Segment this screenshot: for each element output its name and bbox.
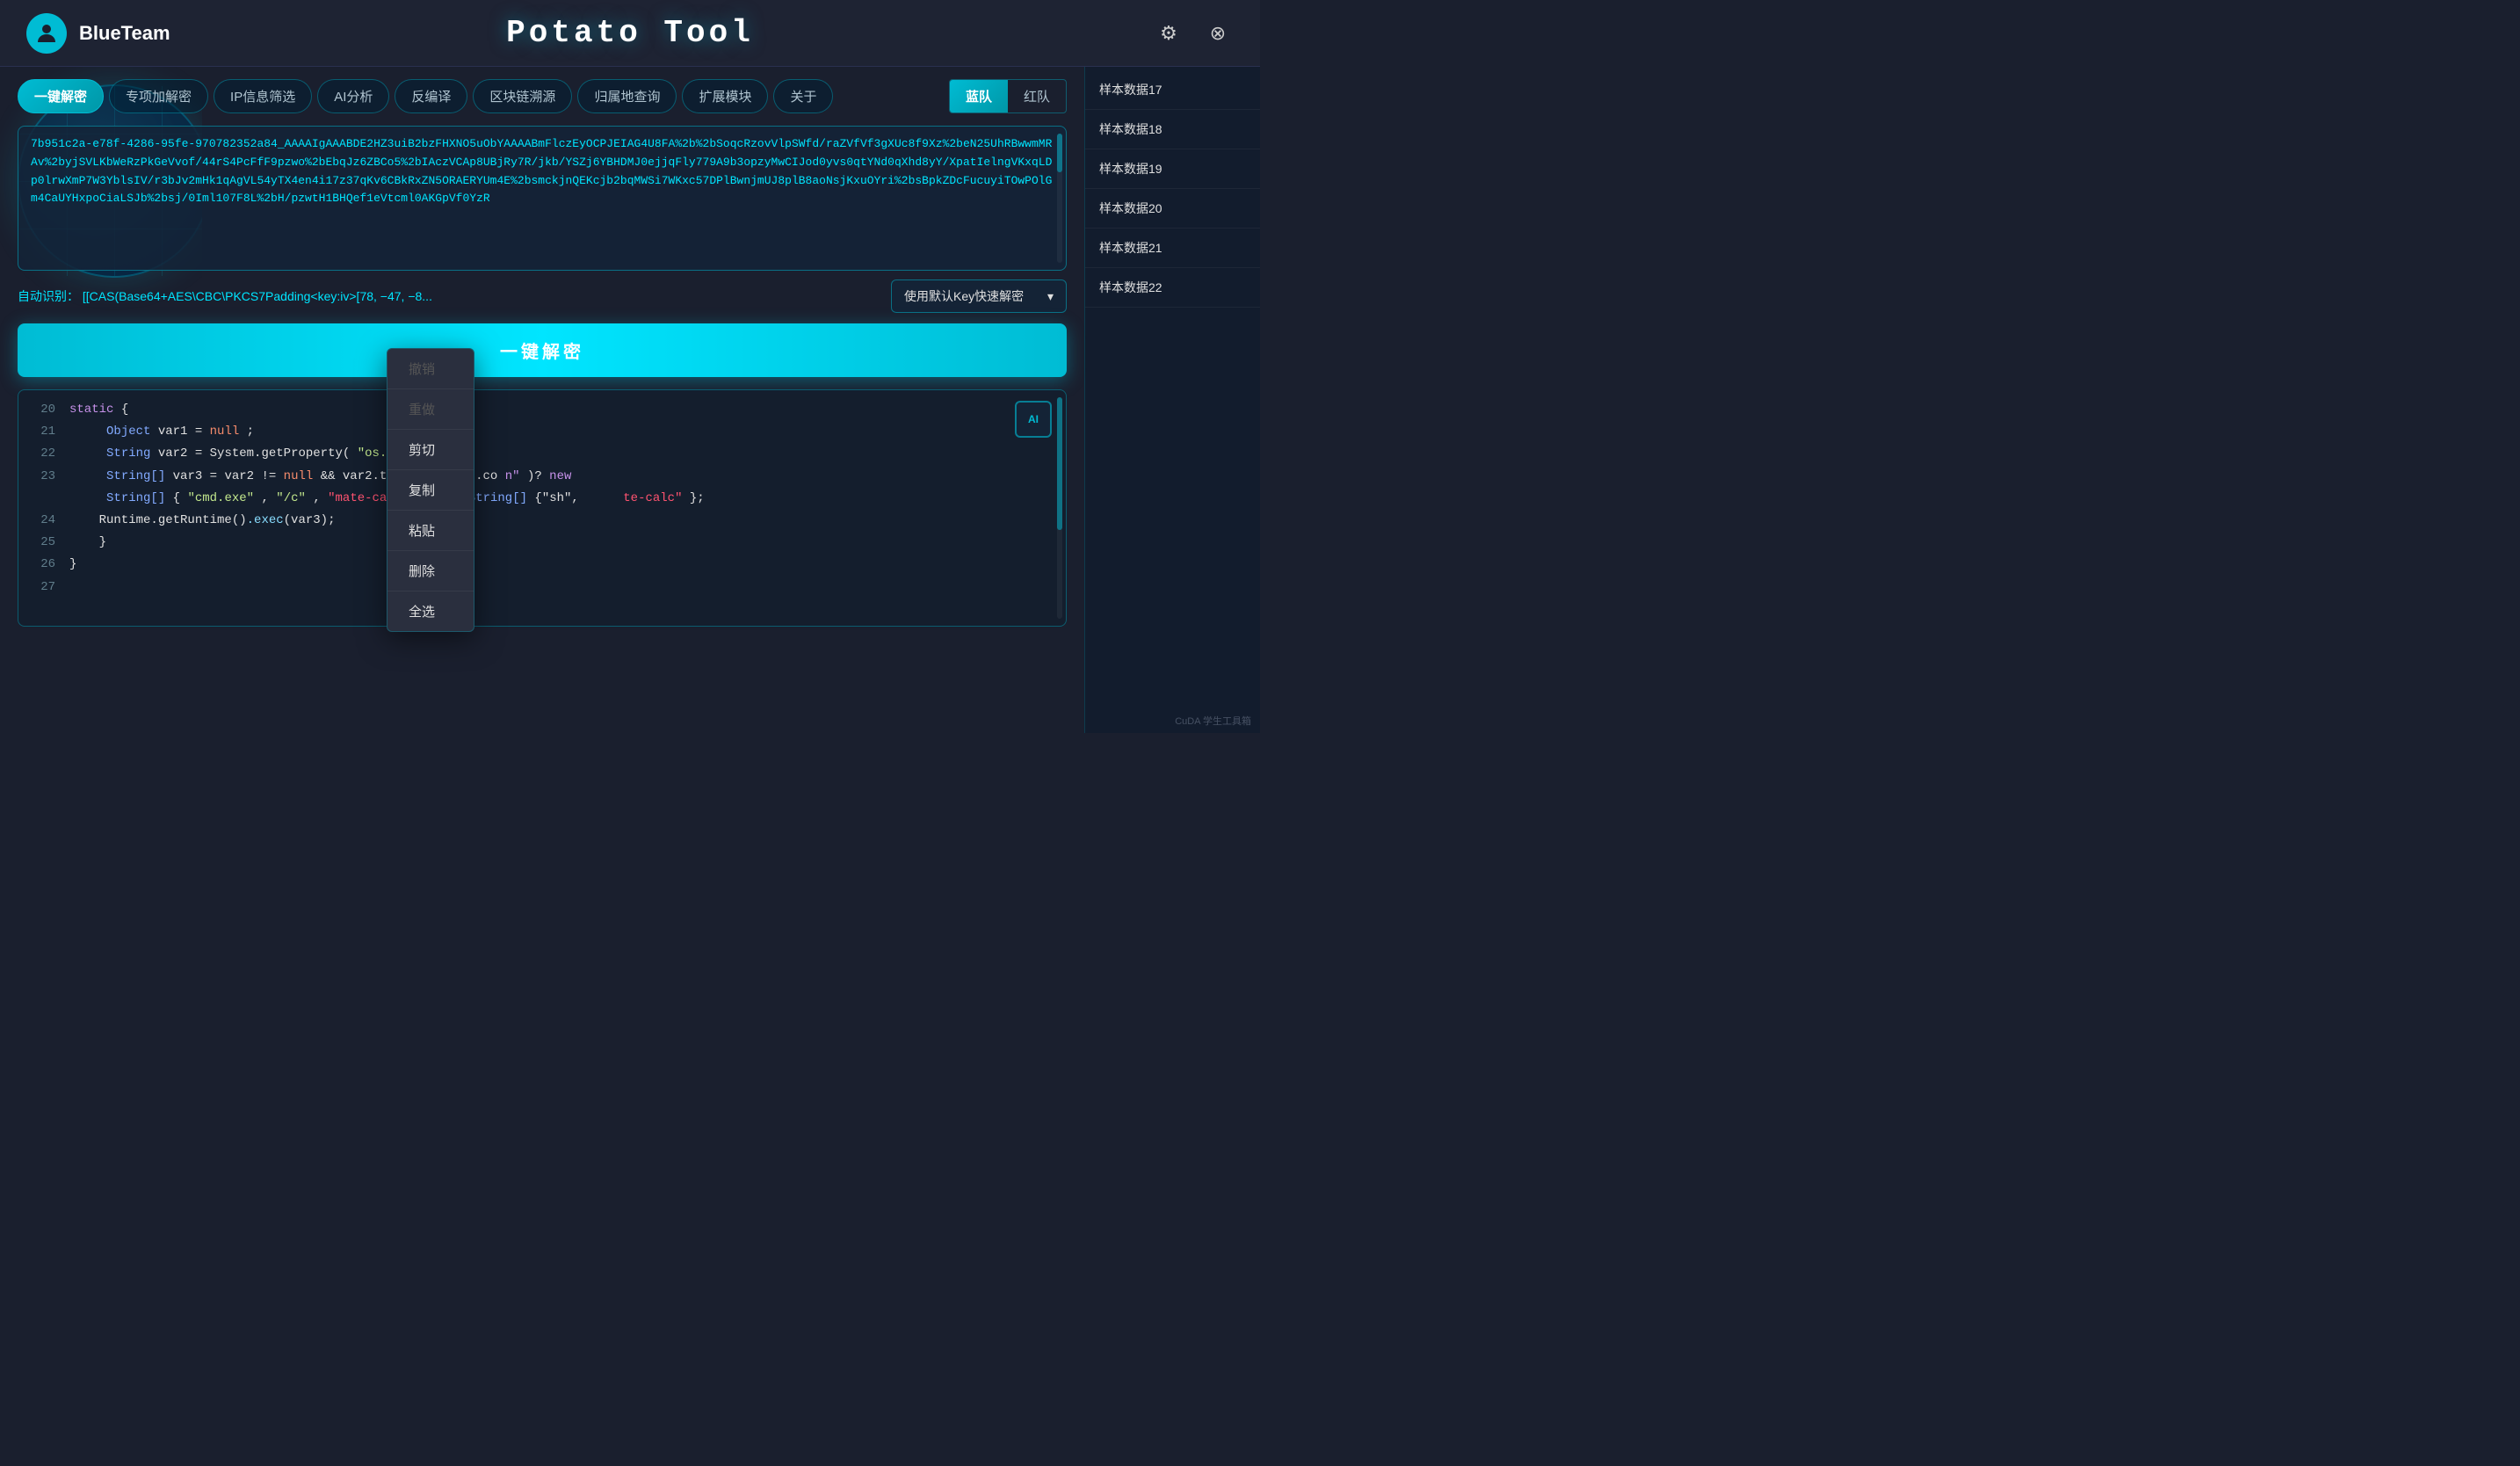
input-area[interactable]: 7b951c2a-e78f-4286-95fe-970782352a84_AAA… — [18, 126, 1067, 271]
tab-ai[interactable]: AI分析 — [317, 79, 389, 113]
detect-select-label: 使用默认Key快速解密 — [904, 287, 1024, 305]
title-bar-center: Potato Tool — [506, 15, 754, 51]
tab-decompile[interactable]: 反编译 — [395, 79, 467, 113]
auto-detect-text: 自动识别： [[CAS(Base64+AES\CBC\PKCS7Padding<… — [18, 287, 880, 305]
line-num: 22 — [31, 443, 55, 465]
title-bar: BlueTeam Potato Tool ⚙ ⊗ — [0, 0, 1260, 67]
code-line-21: 21 Object var1 = null ; — [31, 421, 1054, 443]
code-line-24: 24 Runtime.getRuntime().exec(var3); — [31, 510, 1054, 532]
code-scrollbar-thumb — [1057, 397, 1062, 530]
context-cut[interactable]: 剪切 — [387, 430, 474, 470]
line-num: 21 — [31, 421, 55, 443]
sidebar-item-20[interactable]: 样本数据20 — [1085, 189, 1260, 229]
context-copy[interactable]: 复制 — [387, 470, 474, 511]
line-num — [31, 488, 55, 510]
line-num: 25 — [31, 532, 55, 554]
sidebar-item-18[interactable]: 样本数据18 — [1085, 110, 1260, 149]
code-line-23: 23 String[] var3 = var2 != null && var2.… — [31, 466, 1054, 488]
tab-geo[interactable]: 归属地查询 — [577, 79, 677, 113]
context-undo[interactable]: 撤销 — [387, 349, 474, 389]
input-text: 7b951c2a-e78f-4286-95fe-970782352a84_AAA… — [31, 135, 1054, 208]
app-title: Potato Tool — [506, 15, 754, 51]
avatar — [26, 13, 67, 54]
context-paste[interactable]: 粘贴 — [387, 511, 474, 551]
code-line-25: 25 } — [31, 532, 1054, 554]
sidebar-item-19[interactable]: 样本数据19 — [1085, 149, 1260, 189]
tab-special[interactable]: 专项加解密 — [109, 79, 208, 113]
ai-button[interactable]: AI — [1015, 401, 1052, 438]
line-num: 24 — [31, 510, 55, 532]
tab-extend[interactable]: 扩展模块 — [682, 79, 768, 113]
line-num: 27 — [31, 577, 55, 599]
settings-button[interactable]: ⚙ — [1153, 18, 1184, 49]
main-content: 一键解密 专项加解密 IP信息筛选 AI分析 反编译 区块链溯源 归属地查询 扩… — [0, 67, 1260, 733]
detect-select-chevron: ▾ — [1047, 289, 1054, 304]
title-bar-right: ⚙ ⊗ — [1153, 18, 1234, 49]
code-line-22: 22 String var2 = System.getProperty( "os… — [31, 443, 1054, 465]
tab-ip[interactable]: IP信息筛选 — [214, 79, 312, 113]
code-scrollbar[interactable] — [1057, 397, 1062, 619]
context-redo[interactable]: 重做 — [387, 389, 474, 430]
sidebar-item-22[interactable]: 样本数据22 — [1085, 268, 1260, 308]
tab-one-click[interactable]: 一键解密 — [18, 79, 104, 113]
watermark: CuDA 学生工具箱 — [1175, 714, 1251, 728]
line-num: 26 — [31, 554, 55, 576]
line-num: 23 — [31, 466, 55, 488]
nav-bar: 一键解密 专项加解密 IP信息筛选 AI分析 反编译 区块链溯源 归属地查询 扩… — [18, 79, 1067, 113]
code-line-20: 20 static { — [31, 399, 1054, 421]
sidebar-item-17[interactable]: 样本数据17 — [1085, 70, 1260, 110]
tab-about[interactable]: 关于 — [773, 79, 833, 113]
context-menu: 撤销 重做 剪切 复制 粘贴 删除 全选 — [387, 348, 474, 632]
right-sidebar: 样本数据17 样本数据18 样本数据19 样本数据20 样本数据21 样本数据2… — [1084, 67, 1260, 733]
left-area: 一键解密 专项加解密 IP信息筛选 AI分析 反编译 区块链溯源 归属地查询 扩… — [0, 67, 1084, 733]
title-bar-left: BlueTeam — [26, 13, 170, 54]
input-scrollbar[interactable] — [1057, 134, 1062, 263]
close-button[interactable]: ⊗ — [1202, 18, 1234, 49]
decrypt-button[interactable]: 一键解密 — [18, 323, 1067, 377]
code-line-26: 26 } — [31, 554, 1054, 576]
tab-blockchain[interactable]: 区块链溯源 — [473, 79, 572, 113]
auto-detect-label: 自动识别： — [18, 289, 79, 303]
detect-select[interactable]: 使用默认Key快速解密 ▾ — [891, 279, 1067, 313]
code-area[interactable]: 20 static { 21 Object var1 = null ; — [18, 389, 1067, 627]
code-line-23b: String[] { "cmd.exe" , "/c" , "mate-calc… — [31, 488, 1054, 510]
context-delete[interactable]: 删除 — [387, 551, 474, 591]
auto-detect-value: [[CAS(Base64+AES\CBC\PKCS7Padding<key:iv… — [83, 289, 432, 303]
red-team-button[interactable]: 红队 — [1008, 80, 1066, 112]
auto-detect-bar: 自动识别： [[CAS(Base64+AES\CBC\PKCS7Padding<… — [18, 279, 1067, 313]
code-line-27: 27 — [31, 577, 1054, 599]
team-switch: 蓝队 红队 — [949, 79, 1067, 113]
input-scrollbar-thumb — [1057, 134, 1062, 172]
line-num: 20 — [31, 399, 55, 421]
context-select-all[interactable]: 全选 — [387, 591, 474, 631]
app-name: BlueTeam — [79, 22, 170, 45]
blue-team-button[interactable]: 蓝队 — [950, 80, 1008, 112]
sidebar-item-21[interactable]: 样本数据21 — [1085, 229, 1260, 268]
